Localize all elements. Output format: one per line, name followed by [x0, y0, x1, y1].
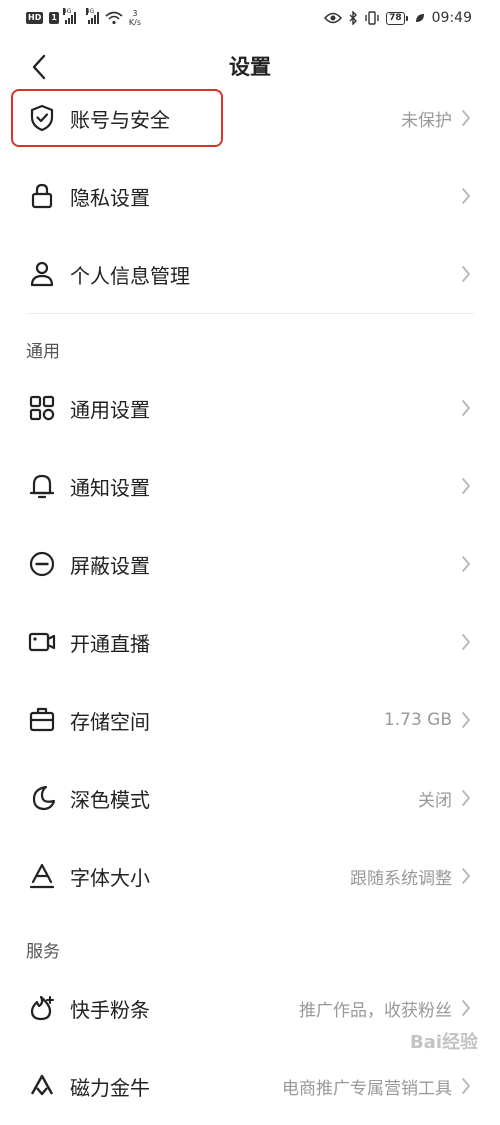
watermark: Bai经验 — [409, 1032, 478, 1053]
settings-row-privacy[interactable]: 隐私设置 — [0, 157, 500, 235]
battery-icon: 78 — [386, 11, 408, 25]
status-bar: HD 1 4G 4G 3 K/s 78 09:49 — [0, 0, 500, 36]
bluetooth-icon — [349, 11, 358, 25]
video-camera-icon — [28, 628, 56, 656]
row-label: 快手粉条 — [70, 997, 150, 1022]
flame-icon — [28, 994, 56, 1022]
chevron-right-icon — [458, 998, 474, 1018]
settings-row-dark-mode[interactable]: 深色模式 关闭 — [0, 759, 500, 837]
sim-badge: 1 — [49, 12, 59, 24]
settings-row-notification[interactable]: 通知设置 — [0, 447, 500, 525]
row-value: 1.73 GB — [383, 710, 452, 730]
row-value: 未保护 — [401, 110, 452, 131]
chevron-right-icon — [458, 632, 474, 652]
chevron-right-icon — [458, 264, 474, 284]
block-icon — [28, 550, 56, 578]
net-speed: 3 K/s — [128, 9, 142, 27]
signal-icon-2: 4G — [85, 8, 99, 24]
chevron-right-icon — [458, 866, 474, 886]
row-value: 跟随系统调整 — [350, 868, 452, 889]
magnet-icon — [28, 1072, 56, 1100]
font-size-icon — [28, 862, 56, 890]
settings-row-general[interactable]: 通用设置 — [0, 369, 500, 447]
row-value: 关闭 — [418, 790, 452, 811]
row-label: 个人信息管理 — [70, 263, 190, 288]
moon-icon — [28, 784, 56, 812]
storage-icon — [28, 706, 56, 734]
row-label: 字体大小 — [70, 865, 150, 890]
chevron-right-icon — [458, 554, 474, 574]
hd-badge: HD — [26, 12, 44, 24]
chevron-right-icon — [458, 788, 474, 808]
highlight-annotation — [11, 89, 223, 147]
row-label: 通知设置 — [70, 475, 150, 500]
chevron-right-icon — [458, 186, 474, 206]
row-label: 屏蔽设置 — [70, 553, 150, 578]
settings-row-live[interactable]: 开通直播 — [0, 603, 500, 681]
row-label: 深色模式 — [70, 787, 150, 812]
wifi-icon — [105, 11, 123, 25]
settings-row-storage[interactable]: 存储空间 1.73 GB — [0, 681, 500, 759]
section-header-general: 通用 — [26, 342, 60, 362]
chevron-right-icon — [458, 108, 474, 128]
vibrate-icon — [365, 11, 379, 25]
row-label: 开通直播 — [70, 631, 150, 656]
eye-icon — [324, 12, 343, 24]
status-left: HD 1 4G 4G 3 K/s — [26, 8, 142, 27]
leaf-icon — [415, 14, 424, 22]
row-value: 推广作品，收获粉丝 — [299, 1000, 452, 1021]
status-time: 09:49 — [431, 10, 472, 26]
status-right: 78 09:49 — [324, 10, 472, 26]
settings-row-personal-info[interactable]: 个人信息管理 — [0, 235, 500, 313]
row-value: 电商推广专属营销工具 — [282, 1078, 452, 1099]
section-header-services: 服务 — [26, 942, 60, 962]
grid-icon — [28, 394, 56, 422]
divider — [26, 313, 474, 314]
bell-icon — [28, 472, 56, 500]
row-label: 存储空间 — [70, 709, 150, 734]
person-icon — [28, 260, 56, 288]
chevron-right-icon — [458, 476, 474, 496]
chevron-right-icon — [458, 710, 474, 730]
settings-row-font-size[interactable]: 字体大小 跟随系统调整 — [0, 837, 500, 915]
row-label: 隐私设置 — [70, 185, 150, 210]
chevron-right-icon — [458, 398, 474, 418]
settings-row-magnet[interactable]: 磁力金牛 电商推广专属营销工具 — [0, 1047, 500, 1125]
row-label: 通用设置 — [70, 397, 150, 422]
chevron-right-icon — [458, 1076, 474, 1096]
page-title: 设置 — [229, 55, 271, 79]
signal-icon: 4G — [62, 8, 76, 24]
settings-row-block[interactable]: 屏蔽设置 — [0, 525, 500, 603]
row-label: 磁力金牛 — [70, 1075, 150, 1100]
lock-icon — [28, 182, 56, 210]
